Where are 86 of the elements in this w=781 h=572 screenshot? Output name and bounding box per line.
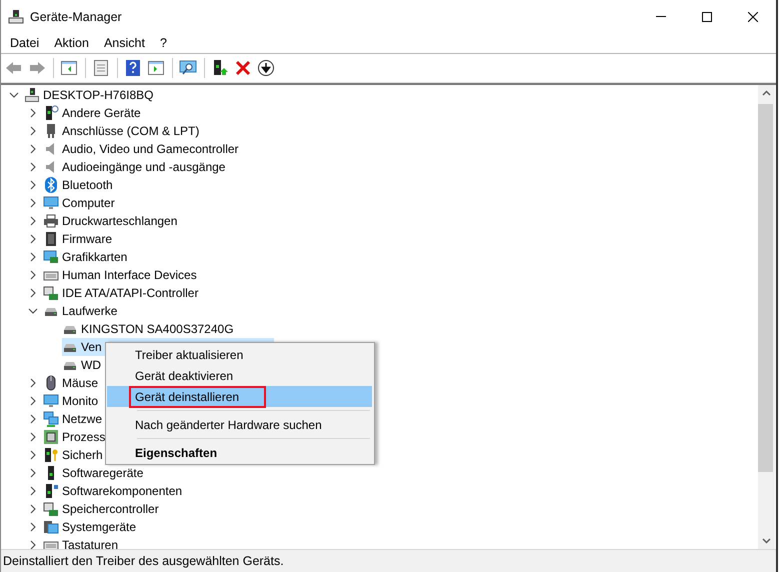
processor-icon: [43, 429, 59, 445]
expand-chevron-icon[interactable]: [28, 198, 38, 208]
printer-icon: [43, 213, 59, 229]
tree-item[interactable]: IDE ATA/ATAPI-Controller: [43, 284, 200, 302]
scrollbar[interactable]: [758, 85, 775, 549]
forward-arrow-icon[interactable]: [28, 59, 46, 77]
tree-item[interactable]: Grafikkarten: [43, 248, 130, 266]
expand-chevron-icon[interactable]: [28, 126, 38, 136]
tree-item[interactable]: Druckwarteschlangen: [43, 212, 180, 230]
expand-chevron-icon[interactable]: [28, 450, 38, 460]
window-title: Geräte-Manager: [30, 10, 122, 24]
expand-chevron-icon[interactable]: [28, 414, 38, 424]
bluetooth-icon: [43, 177, 59, 193]
menu-item[interactable]: Treiber aktualisieren: [107, 344, 372, 365]
collapse-chevron-icon[interactable]: [28, 306, 38, 316]
tree-item[interactable]: Softwarekomponenten: [43, 482, 184, 500]
collapse-chevron-icon[interactable]: [9, 90, 19, 100]
expand-chevron-icon[interactable]: [28, 270, 38, 280]
tree-item[interactable]: Monito: [43, 392, 100, 410]
device-add-icon[interactable]: [211, 59, 229, 77]
graphics-card-icon: [43, 249, 59, 265]
device-icon: [43, 105, 59, 121]
menu-item[interactable]: Gerät deinstallieren: [107, 386, 372, 407]
minimize-icon: [656, 16, 666, 17]
chip-icon: [43, 231, 59, 247]
monitor-icon: [43, 195, 59, 211]
menu-item[interactable]: Eigenschaften: [107, 442, 372, 463]
tree-item[interactable]: KINGSTON SA400S37240G: [62, 320, 236, 338]
tree-item[interactable]: WD: [62, 356, 103, 374]
tree-item[interactable]: Netzwe: [43, 410, 104, 428]
tree-item[interactable]: Computer: [43, 194, 117, 212]
tree-item[interactable]: Bluetooth: [43, 176, 115, 194]
tree-item[interactable]: Mäuse: [43, 374, 100, 392]
panel-icon[interactable]: [147, 59, 165, 77]
menu-item[interactable]: Aktion: [47, 36, 95, 50]
menu-item[interactable]: Nach geänderter Hardware suchen: [107, 414, 372, 435]
monitor-search-icon[interactable]: [179, 59, 197, 77]
system-icon: [43, 519, 59, 535]
menu-item[interactable]: ?: [152, 36, 173, 50]
tree-item[interactable]: Softwaregeräte: [43, 464, 146, 482]
expand-chevron-icon[interactable]: [28, 486, 38, 496]
tree-item[interactable]: Systemgeräte: [43, 518, 138, 536]
menu-item[interactable]: Datei: [3, 36, 46, 50]
tree-item[interactable]: Laufwerke: [43, 302, 120, 320]
network-icon: [43, 411, 59, 427]
expand-chevron-icon[interactable]: [28, 468, 38, 478]
download-icon[interactable]: [257, 59, 275, 77]
expand-chevron-icon[interactable]: [28, 162, 38, 172]
expand-chevron-icon[interactable]: [28, 288, 38, 298]
tree-item[interactable]: Andere Geräte: [43, 104, 143, 122]
status-text: Deinstalliert den Treiber des ausgewählten Geräts.: [1, 549, 776, 572]
properties-icon[interactable]: [92, 59, 110, 77]
computer-icon: [24, 87, 40, 103]
expand-chevron-icon[interactable]: [28, 144, 38, 154]
maximize-icon: [702, 12, 712, 22]
device-key-icon: [43, 447, 59, 463]
delete-x-icon[interactable]: [234, 59, 252, 77]
help-icon[interactable]: [124, 59, 142, 77]
expand-chevron-icon[interactable]: [28, 504, 38, 514]
tree-item[interactable]: Anschlüsse (COM & LPT): [43, 122, 202, 140]
expand-chevron-icon[interactable]: [28, 216, 38, 226]
tree-item[interactable]: Sicherh: [43, 446, 105, 464]
close-icon: [748, 12, 758, 22]
monitor-icon: [43, 393, 59, 409]
tree-item[interactable]: Human Interface Devices: [43, 266, 199, 284]
tree-item[interactable]: Audio, Video und Gamecontroller: [43, 140, 241, 158]
expand-chevron-icon[interactable]: [28, 234, 38, 244]
expand-chevron-icon[interactable]: [28, 180, 38, 190]
menu-item[interactable]: Ansicht: [96, 36, 151, 50]
back-arrow-icon[interactable]: [5, 59, 23, 77]
expand-chevron-icon[interactable]: [28, 522, 38, 532]
expand-chevron-icon[interactable]: [28, 432, 38, 442]
expand-chevron-icon[interactable]: [28, 108, 38, 118]
computer-icon: [8, 8, 24, 24]
menu-item[interactable]: Gerät deaktivieren: [107, 365, 372, 386]
tree-item[interactable]: DESKTOP-H76I8BQ: [24, 86, 156, 104]
tree-item[interactable]: Audioeingänge und -ausgänge: [43, 158, 228, 176]
expand-chevron-icon[interactable]: [28, 396, 38, 406]
tree-item[interactable]: Firmware: [43, 230, 114, 248]
expand-chevron-icon[interactable]: [28, 540, 38, 549]
tree-item[interactable]: Speichercontroller: [43, 500, 161, 518]
tree-item[interactable]: Prozess: [43, 428, 108, 446]
expand-chevron-icon[interactable]: [28, 378, 38, 388]
scrollbar-thumb[interactable]: [758, 104, 773, 472]
panel-icon[interactable]: [60, 59, 78, 77]
expand-chevron-icon[interactable]: [28, 252, 38, 262]
